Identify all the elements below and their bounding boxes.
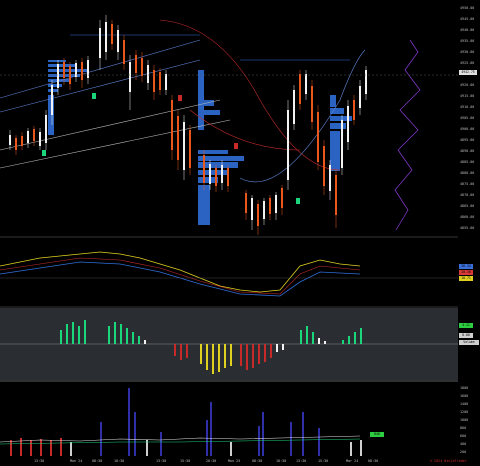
time-tick: 15:30 bbox=[180, 459, 191, 463]
price-tick: 4945.00 bbox=[460, 17, 475, 21]
volume-tick: 1800 bbox=[460, 386, 469, 390]
price-tick: 4950.00 bbox=[460, 6, 475, 10]
time-tick: 08:30 bbox=[252, 459, 263, 463]
price-tick: 4865.00 bbox=[460, 204, 475, 208]
time-tick: 13:30 bbox=[296, 459, 307, 463]
price-tick: 4910.00 bbox=[460, 105, 475, 109]
volume-panel[interactable] bbox=[0, 382, 458, 457]
time-tick: 08:30 bbox=[368, 459, 379, 463]
trend-panel[interactable] bbox=[0, 238, 458, 308]
time-axis[interactable]: 13:30 Mon 24 08:30 10:30 13:30 15:30 20:… bbox=[0, 457, 458, 466]
volume-tick: 1200 bbox=[460, 410, 469, 414]
panel3-tag-2: 0.00 bbox=[459, 333, 473, 338]
time-tick: 10:30 bbox=[276, 459, 287, 463]
panel2-tag-2: 20.38 bbox=[459, 270, 473, 275]
price-tick: 4925.00 bbox=[460, 61, 475, 65]
volume-tick: 200 bbox=[460, 450, 467, 454]
current-price-marker: 4942.75 bbox=[459, 70, 477, 75]
time-tick: 08:30 bbox=[92, 459, 103, 463]
volume-tick: 1000 bbox=[460, 418, 469, 422]
price-tick: 4915.00 bbox=[460, 94, 475, 98]
panel3-tag-1: 4.11 bbox=[459, 323, 473, 328]
volume-tick: 1400 bbox=[460, 402, 469, 406]
price-tick: 4885.00 bbox=[460, 160, 475, 164]
volume-value-tag: 846 bbox=[370, 432, 384, 437]
panel3-tag-3: Volume Osc. bbox=[459, 340, 479, 349]
oscillator-panel[interactable] bbox=[0, 308, 458, 382]
volume-tick: 800 bbox=[460, 426, 467, 430]
price-tick: 4940.00 bbox=[460, 28, 475, 32]
time-tick: 10:30 bbox=[114, 459, 125, 463]
price-tick: 4855.00 bbox=[460, 226, 475, 230]
price-tick: 4905.00 bbox=[460, 116, 475, 120]
price-tick: 4880.00 bbox=[460, 171, 475, 175]
time-tick: Mon 25 bbox=[228, 459, 241, 463]
price-tick: 4870.00 bbox=[460, 193, 475, 197]
panel2-tag-1: 26.34 bbox=[459, 264, 473, 269]
time-tick: 13:30 bbox=[156, 459, 167, 463]
time-tick: 20:30 bbox=[206, 459, 217, 463]
price-tick: 4895.00 bbox=[460, 138, 475, 142]
price-tick: 4860.00 bbox=[460, 215, 475, 219]
price-tick: 4890.00 bbox=[460, 149, 475, 153]
volume-axis: 1800 1600 1400 1200 1000 800 600 400 200 bbox=[458, 382, 480, 457]
footer-watermark: © 2024 NinjaTrader bbox=[430, 459, 467, 463]
volume-tick: 600 bbox=[460, 434, 467, 438]
volume-tick: 1600 bbox=[460, 394, 469, 398]
price-tick: 4875.00 bbox=[460, 182, 475, 186]
time-tick: 15:30 bbox=[318, 459, 329, 463]
price-tick: 4930.00 bbox=[460, 50, 475, 54]
time-tick: 13:30 bbox=[34, 459, 45, 463]
time-tick: Mon 24 bbox=[70, 459, 83, 463]
panel2-tag-3: 18.71 bbox=[459, 276, 473, 281]
price-tick: 4935.00 bbox=[460, 39, 475, 43]
time-tick: Mar 24 bbox=[346, 459, 359, 463]
price-tick: 4900.00 bbox=[460, 127, 475, 131]
price-axis[interactable]: 4950.00 4945.00 4940.00 4935.00 4930.00 … bbox=[458, 0, 480, 238]
price-panel[interactable] bbox=[0, 0, 458, 238]
volume-tick: 400 bbox=[460, 442, 467, 446]
price-tick: 4920.00 bbox=[460, 83, 475, 87]
